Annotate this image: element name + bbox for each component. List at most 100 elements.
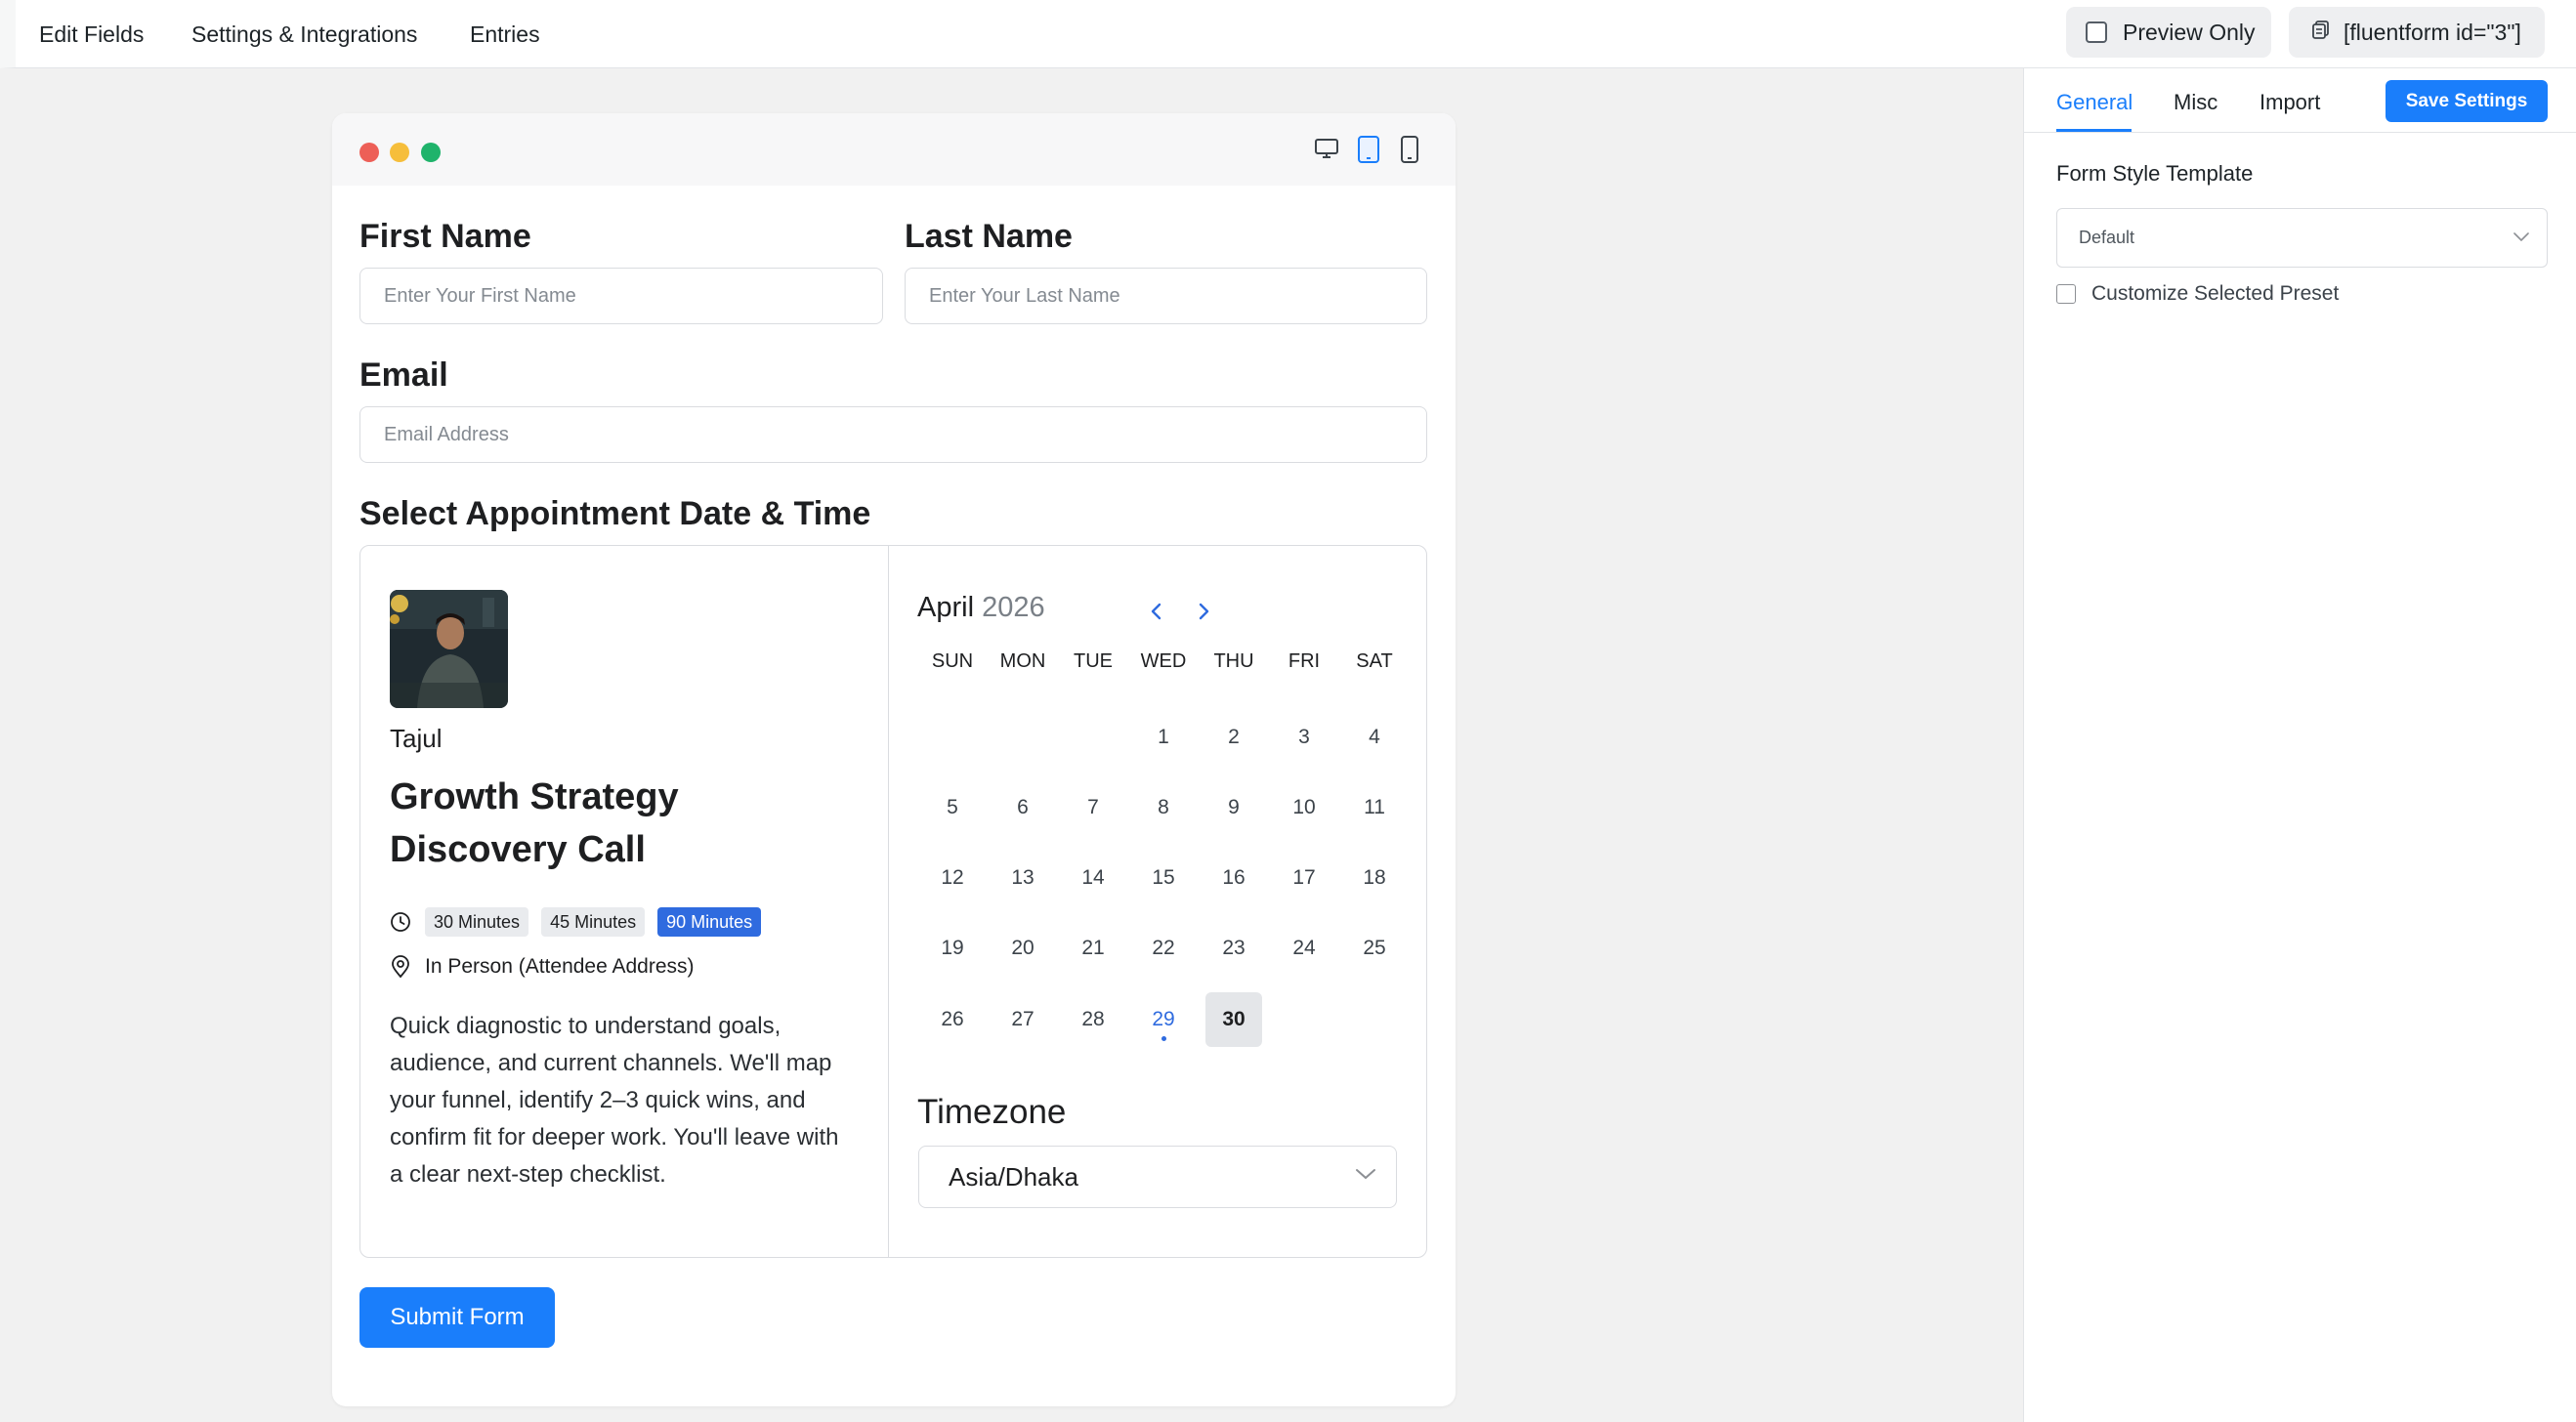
location-text: In Person (Attendee Address) [425, 955, 695, 978]
copy-icon [2310, 19, 2332, 46]
calendar-day-9[interactable]: 9 [1205, 780, 1262, 835]
preview-only-toggle[interactable]: Preview Only [2066, 7, 2271, 58]
shortcode-copy-button[interactable]: [fluentform id="3"] [2289, 7, 2545, 58]
tab-general[interactable]: General [2056, 90, 2133, 115]
chevron-down-icon [1355, 1167, 1376, 1181]
save-settings-button[interactable]: Save Settings [2386, 80, 2548, 122]
tab-misc[interactable]: Misc [2174, 90, 2217, 115]
avatar [390, 590, 508, 708]
calendar-day-3[interactable]: 3 [1276, 710, 1332, 765]
shortcode-text: [fluentform id="3"] [2344, 19, 2521, 45]
weekday-wed: WED [1140, 650, 1187, 672]
preview-checkbox[interactable] [2086, 21, 2107, 43]
nav-edit-fields[interactable]: Edit Fields [39, 0, 144, 68]
calendar-day-27[interactable]: 27 [994, 992, 1051, 1047]
host-name: Tajul [390, 724, 443, 753]
location-pin-icon [390, 955, 411, 979]
nav-entries[interactable]: Entries [470, 0, 540, 68]
calendar-day-17[interactable]: 17 [1276, 851, 1332, 905]
clock-icon [390, 911, 411, 933]
appointment-booking-widget: Tajul Growth Strategy Discovery Call 30 … [359, 545, 1427, 1258]
window-dot-red [359, 143, 379, 162]
location-row: In Person (Attendee Address) [390, 951, 695, 983]
form-preview-card: First Name Enter Your First Name Last Na… [332, 113, 1456, 1406]
calendar-day-7[interactable]: 7 [1065, 780, 1121, 835]
calendar-day-1[interactable]: 1 [1135, 710, 1192, 765]
tablet-view-icon[interactable] [1356, 135, 1381, 169]
divider [2024, 132, 2576, 133]
customize-preset-toggle[interactable]: Customize Selected Preset [2056, 278, 2339, 310]
submit-form-button[interactable]: Submit Form [359, 1287, 555, 1348]
settings-panel: General Misc Import Save Settings Form S… [2023, 68, 2576, 1422]
calendar-month: April [917, 592, 975, 623]
calendar-day-11[interactable]: 11 [1346, 780, 1403, 835]
calendar-day-6[interactable]: 6 [994, 780, 1051, 835]
timezone-label: Timezone [917, 1093, 1067, 1131]
weekday-sat: SAT [1356, 650, 1393, 672]
calendar-day-2[interactable]: 2 [1205, 710, 1262, 765]
calendar-day-21[interactable]: 21 [1065, 921, 1121, 976]
calendar-day-19[interactable]: 19 [924, 921, 981, 976]
calendar-day-18[interactable]: 18 [1346, 851, 1403, 905]
timezone-value: Asia/Dhaka [949, 1161, 1078, 1192]
customize-preset-label: Customize Selected Preset [2091, 282, 2340, 305]
event-description: Quick diagnostic to understand goals, au… [390, 1013, 839, 1188]
calendar-day-22[interactable]: 22 [1135, 921, 1192, 976]
first-name-input[interactable]: Enter Your First Name [359, 268, 883, 324]
nav-settings-integrations[interactable]: Settings & Integrations [191, 0, 417, 68]
calendar-day-29[interactable]: 29 [1135, 992, 1192, 1047]
calendar-day-15[interactable]: 15 [1135, 851, 1192, 905]
weekday-thu: THU [1213, 650, 1254, 672]
chevron-right-icon [1195, 603, 1212, 620]
form-style-template-value: Default [2079, 228, 2135, 247]
mobile-view-icon[interactable] [1399, 135, 1420, 169]
weekday-fri: FRI [1288, 650, 1321, 672]
prev-month-button[interactable] [1142, 597, 1171, 626]
tab-import[interactable]: Import [2259, 90, 2320, 115]
timezone-select[interactable]: Asia/Dhaka [918, 1146, 1397, 1208]
calendar-year: 2026 [982, 592, 1045, 623]
calendar-day-12[interactable]: 12 [924, 851, 981, 905]
window-dot-yellow [390, 143, 409, 162]
appointment-label: Select Appointment Date & Time [359, 495, 871, 532]
calendar-day-24[interactable]: 24 [1276, 921, 1332, 976]
duration-chip-30[interactable]: 30 Minutes [425, 907, 529, 937]
weekday-mon: MON [999, 650, 1046, 672]
email-label: Email [359, 356, 448, 394]
next-month-button[interactable] [1189, 597, 1218, 626]
calendar-day-25[interactable]: 25 [1346, 921, 1403, 976]
calendar-day-14[interactable]: 14 [1065, 851, 1121, 905]
duration-chip-45[interactable]: 45 Minutes [541, 907, 646, 937]
calendar-day-23[interactable]: 23 [1205, 921, 1262, 976]
weekday-tue: TUE [1074, 650, 1113, 672]
calendar-day-30[interactable]: 30 [1205, 992, 1262, 1047]
calendar-day-4[interactable]: 4 [1346, 710, 1403, 765]
desktop-view-icon[interactable] [1313, 135, 1340, 167]
weekday-sun: SUN [931, 650, 974, 672]
first-name-label: First Name [359, 218, 531, 255]
calendar-day-28[interactable]: 28 [1065, 992, 1121, 1047]
last-name-input[interactable]: Enter Your Last Name [905, 268, 1427, 324]
top-bar: Edit Fields Settings & Integrations Entr… [0, 0, 2576, 68]
customize-preset-checkbox[interactable] [2056, 284, 2076, 304]
calendar-day-5[interactable]: 5 [924, 780, 981, 835]
form-style-template-select[interactable]: Default [2056, 208, 2548, 268]
divider [888, 546, 889, 1257]
calendar-day-10[interactable]: 10 [1276, 780, 1332, 835]
chevron-down-icon [2513, 232, 2529, 242]
duration-chip-90[interactable]: 90 Minutes [657, 907, 762, 937]
email-input[interactable]: Email Address [359, 406, 1427, 463]
window-chrome [332, 113, 1456, 186]
last-name-label: Last Name [905, 218, 1073, 255]
event-title: Growth Strategy Discovery Call [390, 776, 679, 870]
calendar-day-8[interactable]: 8 [1135, 780, 1192, 835]
window-dot-green [421, 143, 441, 162]
duration-options: 30 Minutes 45 Minutes 90 Minutes [390, 906, 774, 938]
chevron-left-icon [1148, 603, 1165, 620]
calendar-day-13[interactable]: 13 [994, 851, 1051, 905]
calendar-day-16[interactable]: 16 [1205, 851, 1262, 905]
calendar-month-title: April 2026 [917, 592, 1045, 624]
form-style-template-label: Form Style Template [2056, 161, 2254, 186]
calendar-day-20[interactable]: 20 [994, 921, 1051, 976]
calendar-day-26[interactable]: 26 [924, 992, 981, 1047]
